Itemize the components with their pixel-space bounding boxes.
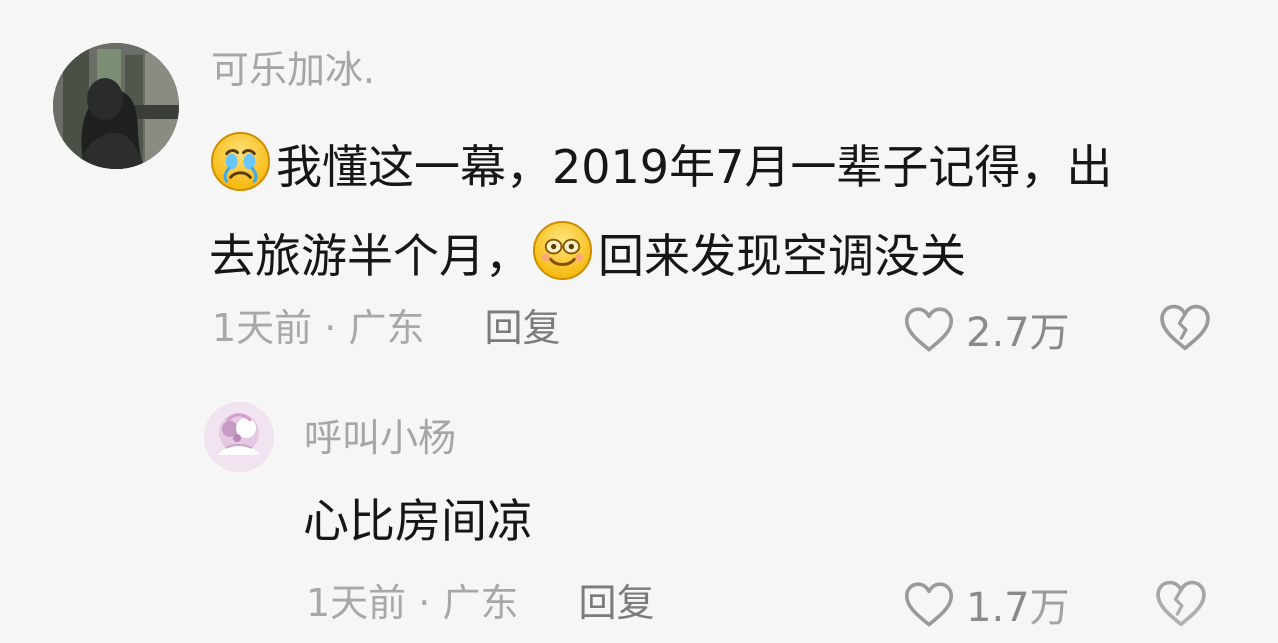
user-avatar[interactable]: [53, 43, 179, 169]
comment-time: 1天前: [212, 306, 313, 350]
comment-text-second-line-prefix: 去旅游半个月，: [209, 229, 531, 283]
comment-text-first-line: 我懂这一幕，2019年7月一辈子记得，出: [276, 140, 1113, 194]
reply-user-avatar[interactable]: [204, 402, 274, 472]
like-count: 2.7万: [966, 310, 1070, 356]
reply-like-control[interactable]: 1.7万: [902, 575, 1070, 633]
avatar-image: [53, 43, 179, 169]
reply-reply-button[interactable]: 回复: [579, 581, 655, 625]
comment-text-line-2: 去旅游半个月， 回来发现空调没关: [209, 212, 1219, 301]
comment-text-line-1: 我懂这一幕，2019年7月一辈子记得，出: [209, 123, 1219, 212]
grinning-face-icon: [531, 219, 594, 282]
reply-location: 广东: [442, 581, 519, 625]
reply-time: 1天前: [306, 581, 407, 625]
broken-heart-icon[interactable]: [1156, 301, 1214, 353]
avatar-image: [204, 402, 274, 472]
comment-text: 我懂这一幕，2019年7月一辈子记得，出 去旅游半个月， 回来发现空调没关: [209, 123, 1219, 301]
heart-outline-icon[interactable]: [902, 578, 956, 630]
reply-like-count: 1.7万: [966, 585, 1070, 631]
like-control[interactable]: 2.7万: [902, 300, 1070, 358]
meta-separator: ·: [406, 581, 443, 625]
reply-text: 心比房间凉: [303, 494, 533, 548]
crying-face-icon: [209, 130, 272, 193]
broken-heart-icon[interactable]: [1152, 577, 1210, 629]
comment-text-second-line-suffix: 回来发现空调没关: [598, 229, 966, 283]
heart-outline-icon[interactable]: [902, 303, 956, 355]
comment-thread: 可乐加冰. 我懂这一幕，2019年7月一辈子记得，出 去旅游半个月， 回来发现空…: [0, 0, 1278, 643]
comment-location: 广东: [348, 306, 425, 350]
comment-author[interactable]: 可乐加冰.: [211, 51, 375, 89]
meta-separator: ·: [312, 306, 349, 350]
reply-author[interactable]: 呼叫小杨: [304, 419, 456, 457]
comment-meta: 1天前 · 广东 回复: [212, 304, 561, 352]
reply-button[interactable]: 回复: [485, 306, 561, 350]
reply-meta: 1天前 · 广东 回复: [306, 579, 655, 627]
